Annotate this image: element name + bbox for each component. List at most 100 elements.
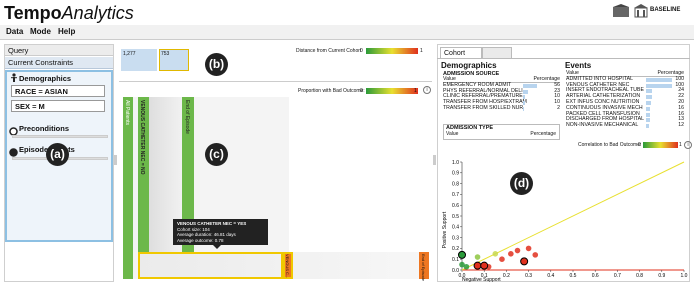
menu-help[interactable]: Help: [58, 27, 75, 36]
demographics-row-value: 2: [557, 104, 560, 111]
scatter-point-selected: [520, 257, 529, 266]
y-tick-label: 0.1: [452, 257, 459, 263]
demographics-heading: Demographics: [441, 61, 497, 70]
admission-type-box: ADMISSION TYPE Value Percentage: [443, 124, 560, 140]
menu-data[interactable]: Data: [6, 27, 23, 36]
proportion-label: Proportion with Bad Outcome:: [298, 88, 365, 94]
preconditions-label[interactable]: Preconditions: [19, 124, 69, 133]
badge-b: (b): [205, 53, 228, 76]
events-row-bar: [646, 106, 651, 111]
y-axis-label: Positive Support: [442, 211, 448, 248]
distance-legend: [366, 48, 418, 54]
tab-second[interactable]: [482, 47, 512, 58]
events-heading: Events: [565, 61, 592, 70]
info-icon-2[interactable]: i: [684, 141, 692, 149]
events-row-name: NON-INVASIVE MECHANICAL: [566, 122, 639, 129]
y-tick-label: 0.5: [452, 214, 459, 220]
proportion-max: 1: [414, 88, 417, 94]
y-tick-label: 0.2: [452, 246, 459, 252]
scatter-point: [474, 254, 481, 260]
x-tick-label: 0.8: [636, 273, 643, 279]
demographics-title: Demographics: [19, 74, 72, 83]
scatter-point: [463, 263, 470, 270]
info-icon[interactable]: i: [423, 86, 431, 94]
distance-min: 0: [360, 48, 363, 54]
x-tick-label: 0.7: [614, 273, 621, 279]
tab-underline: [437, 58, 690, 59]
tooltip-arrow: [213, 245, 221, 249]
scatter-point: [492, 251, 499, 257]
events-row-bar: [646, 95, 652, 100]
scatter-point-selected: [473, 261, 482, 270]
cohort-count-2: 753: [161, 51, 170, 57]
x-tick-label: 0.6: [592, 273, 599, 279]
scatter-point-selected: [480, 261, 489, 270]
tab-cohort[interactable]: Cohort: [440, 47, 482, 58]
correlation-legend: [643, 142, 678, 148]
scatter-plot[interactable]: 0.00.10.20.30.40.50.60.70.80.91.00.0 0.1 0…: [440, 150, 690, 282]
scatter-point: [525, 245, 532, 252]
badge-a: (a): [46, 143, 69, 166]
x-tick-label: 1.0: [681, 273, 688, 279]
distance-label: Distance from Current Cohort: [296, 48, 362, 54]
demographics-row-bar: [522, 89, 529, 94]
university-logo: [612, 4, 630, 20]
x-tick-label: 0.9: [658, 273, 665, 279]
app-title: TempoAnalytics: [4, 3, 134, 23]
tab-query[interactable]: Query: [5, 45, 113, 56]
events-table: Value Percentage ADMITTED INTO HOSPITAL 1…: [566, 70, 684, 129]
scatter-point: [499, 256, 505, 262]
scatter-point: [532, 252, 539, 258]
admission-type-header: Value Percentage: [446, 131, 556, 137]
race-field[interactable]: RACE = ASIAN: [11, 85, 105, 97]
scatter-point-selected: [458, 250, 466, 259]
x-tick-label: 0.5: [570, 273, 577, 279]
demographics-table: ADMISSION SOURCE Value Percentage EMERGE…: [443, 71, 560, 112]
events-row-value: 12: [678, 122, 684, 129]
tooltip: VENOUS CATHETER NEC = YES Cohort size: 1…: [173, 219, 268, 245]
demographics-row[interactable]: TRANSFER FROM SKILLED NUR 2: [443, 104, 560, 112]
splitter-right[interactable]: [433, 155, 436, 165]
events-row-bar: [646, 83, 673, 88]
tooltip-line-3: Average outcome: 0.78: [177, 237, 224, 243]
menu-bar: [0, 25, 694, 40]
menu-mode[interactable]: Mode: [30, 27, 51, 36]
selected-cohort-outline[interactable]: [138, 252, 283, 279]
y-tick-label: 0.3: [452, 235, 459, 241]
demographics-row-bar: [522, 83, 537, 88]
events-row-bar: [646, 118, 650, 123]
scatter-point: [508, 251, 514, 257]
y-tick-label: 1.0: [452, 160, 459, 166]
events-row-bar: [646, 89, 653, 94]
cohort-count-1: 1,277: [123, 51, 136, 57]
sex-field[interactable]: SEX = M: [11, 100, 105, 112]
x-tick-label: 0.3: [525, 273, 532, 279]
correlation-max: 1: [679, 142, 682, 148]
tab-current-constraints[interactable]: Current Constraints: [5, 57, 113, 69]
y-tick-label: 0.7: [452, 192, 459, 198]
x-tick-label: 0.2: [503, 273, 510, 279]
events-row-bar: [646, 100, 652, 105]
events-row-bar: [646, 77, 673, 82]
correlation-label: Correlation to Bad Outcome:: [578, 142, 642, 148]
label-venous-no: VENOUS CATHETER NEC = NO: [139, 100, 145, 175]
events-row[interactable]: NON-INVASIVE MECHANICAL 12: [566, 122, 684, 129]
y-tick-label: 0.9: [452, 171, 459, 177]
badge-d: (d): [510, 172, 533, 195]
scatter-point: [514, 247, 521, 254]
proportion-legend: [366, 88, 418, 94]
y-tick-label: 0.8: [452, 181, 459, 187]
distance-max: 1: [420, 48, 423, 54]
label-venous-yes: VENOUS C...: [285, 254, 290, 279]
badge-c: (c): [205, 143, 228, 166]
baseline-text: BASELINE: [650, 7, 681, 13]
person-icon: [11, 73, 17, 85]
demographics-row-name: TRANSFER FROM SKILLED NUR: [443, 104, 524, 111]
proportion-min: 0: [360, 88, 363, 94]
label-end-episode-bottom: End of Episode: [421, 254, 426, 282]
demographics-row-bar: [522, 106, 524, 111]
middle-divider: [119, 81, 432, 82]
preconditions-icon[interactable]: [9, 123, 18, 141]
x-tick-label: 0.4: [547, 273, 554, 279]
events-row-bar: [646, 124, 650, 129]
